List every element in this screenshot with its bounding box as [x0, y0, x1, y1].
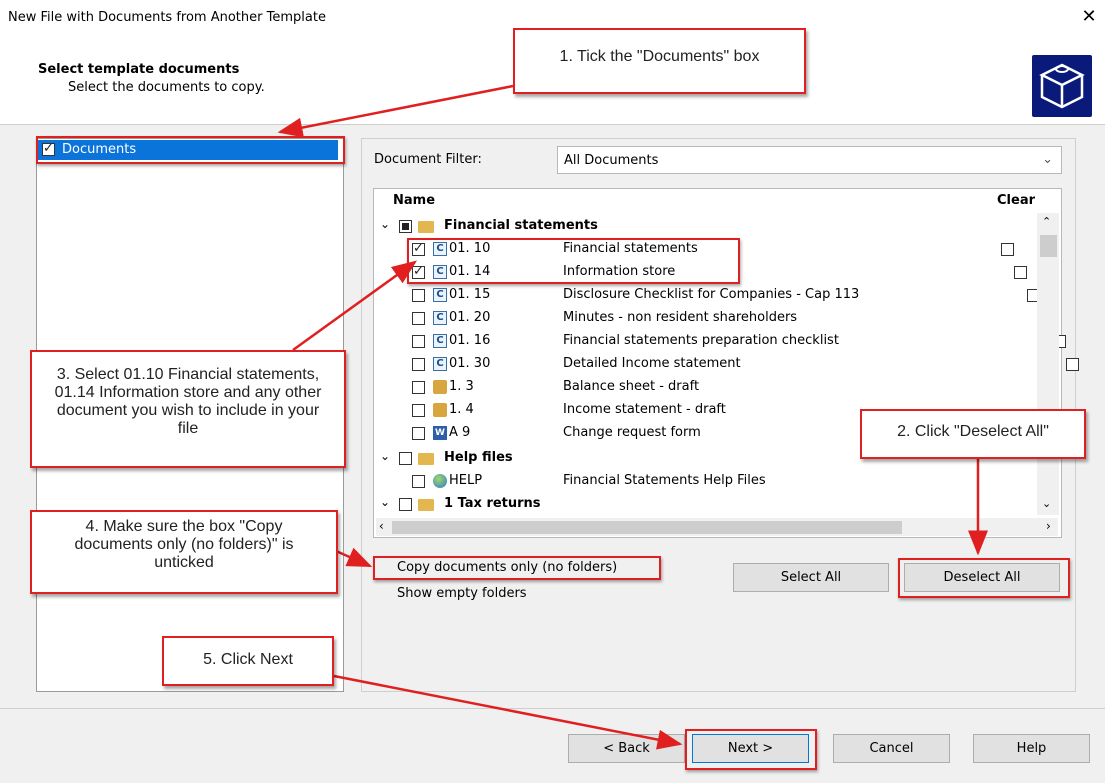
callout-step-2: 2. Click "Deselect All": [860, 409, 1086, 459]
callout-step-5: 5. Click Next: [162, 636, 334, 686]
callout-step-4: 4. Make sure the box "Copy documents onl…: [30, 510, 338, 594]
callout-step-1: 1. Tick the "Documents" box: [513, 28, 806, 94]
callout-step-3: 3. Select 01.10 Financial statements, 01…: [30, 350, 346, 468]
